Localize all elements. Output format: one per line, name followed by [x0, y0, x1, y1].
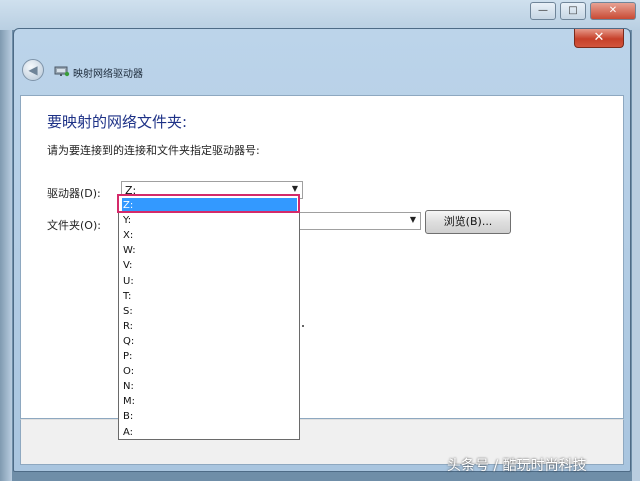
drive-option[interactable]: U: — [122, 274, 297, 289]
dialog-content: 要映射的网络文件夹: 请为要连接到的连接和文件夹指定驱动器号: 驱动器(D): … — [20, 95, 624, 419]
drive-option[interactable]: Q: — [122, 334, 297, 349]
drive-option[interactable]: W: — [122, 243, 297, 258]
background-window-edge — [0, 30, 12, 481]
cursor-dot — [302, 325, 304, 327]
drive-option[interactable]: N: — [122, 379, 297, 394]
drive-label: 驱动器(D): — [47, 187, 101, 200]
drive-option[interactable]: V: — [122, 258, 297, 273]
drive-option[interactable]: O: — [122, 364, 297, 379]
drive-option[interactable]: T: — [122, 289, 297, 304]
folder-chevron-down-icon[interactable]: ▼ — [410, 215, 416, 224]
back-arrow-icon: ◀ — [28, 63, 38, 77]
page-heading: 要映射的网络文件夹: — [47, 113, 188, 131]
folder-label: 文件夹(O): — [47, 219, 101, 232]
highlight-box — [117, 194, 300, 213]
drive-option[interactable]: X: — [122, 228, 297, 243]
background-window-titlebar: — □ ✕ — [0, 0, 640, 30]
drive-dropdown-list: Z: Y: X: W: V: U: T: S: R: Q: P: O: N: M: B: A: — [118, 194, 300, 440]
chevron-down-icon[interactable]: ▼ — [292, 184, 298, 193]
minimize-button[interactable]: — — [530, 2, 556, 20]
dialog-nav-bar: ◀ 映射网络驱动器 — [14, 55, 630, 91]
background-window-edge-right — [632, 30, 640, 481]
drive-option[interactable]: P: — [122, 349, 297, 364]
drive-option[interactable]: S: — [122, 304, 297, 319]
drive-option[interactable]: Y: — [122, 213, 297, 228]
map-network-drive-dialog: ✕ ◀ 映射网络驱动器 要映射的网络文件夹: 请为要连接到的连接和文件夹指定驱动… — [13, 28, 631, 472]
drive-option[interactable]: B: — [122, 409, 297, 424]
dialog-title: 映射网络驱动器 — [73, 69, 143, 80]
back-button[interactable]: ◀ — [22, 59, 44, 81]
instruction-text: 请为要连接到的连接和文件夹指定驱动器号: — [47, 144, 260, 157]
browse-button[interactable]: 浏览(B)... — [425, 210, 511, 234]
network-drive-icon — [54, 66, 70, 77]
maximize-button[interactable]: □ — [560, 2, 586, 20]
watermark: 头条号 / 酷玩时尚科技 — [447, 458, 587, 474]
background-close-button[interactable]: ✕ — [590, 2, 636, 20]
drive-option[interactable]: M: — [122, 394, 297, 409]
dialog-close-button[interactable]: ✕ — [574, 29, 624, 48]
drive-option[interactable]: R: — [122, 319, 297, 334]
drive-option[interactable]: A: — [122, 425, 297, 440]
